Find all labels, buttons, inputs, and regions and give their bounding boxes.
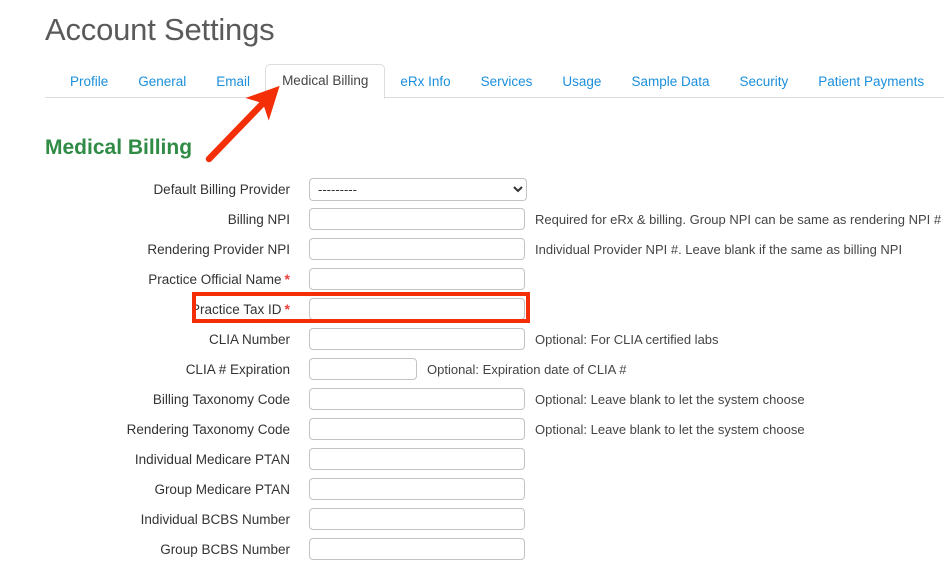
field-wrapper-rendering-taxonomy-code: Optional: Leave blank to let the system … — [309, 418, 805, 440]
section-heading-medical-billing: Medical Billing — [45, 136, 193, 159]
field-help-clia-number: Optional: For CLIA certified labs — [535, 331, 719, 347]
field-wrapper-clia-number: Optional: For CLIA certified labs — [309, 328, 719, 350]
input-practice-official-name[interactable] — [309, 268, 525, 290]
input-group-medicare-ptan[interactable] — [309, 478, 525, 500]
field-label-group-bcbs-number: Group BCBS Number — [0, 542, 290, 557]
form-row-clia-number: CLIA Number Optional: For CLIA certified … — [0, 328, 944, 350]
tab-sample-data[interactable]: Sample Data — [616, 65, 724, 99]
form-row-practice-official-name: Practice Official Name * — [0, 268, 944, 290]
field-label-rendering-provider-npi: Rendering Provider NPI — [0, 242, 290, 257]
page-title: Account Settings — [45, 12, 275, 47]
tab-services[interactable]: Services — [466, 65, 548, 99]
tab-security[interactable]: Security — [724, 65, 803, 99]
required-asterisk-icon: * — [284, 301, 290, 317]
input-practice-tax-id[interactable] — [309, 298, 525, 320]
input-individual-medicare-ptan[interactable] — [309, 448, 525, 470]
form-row-rendering-provider-npi: Rendering Provider NPI Individual Provide… — [0, 238, 944, 260]
form-row-group-bcbs-number: Group BCBS Number — [0, 538, 944, 560]
field-label-text: CLIA # Expiration — [185, 361, 290, 377]
form-row-individual-medicare-ptan: Individual Medicare PTAN — [0, 448, 944, 470]
form-row-rendering-taxonomy-code: Rendering Taxonomy Code Optional: Leave b… — [0, 418, 944, 440]
tab-medical-billing[interactable]: Medical Billing — [265, 64, 386, 99]
field-label-individual-bcbs-number: Individual BCBS Number — [0, 512, 290, 527]
field-label-group-medicare-ptan: Group Medicare PTAN — [0, 482, 290, 497]
field-label-billing-npi: Billing NPI — [0, 212, 290, 227]
field-label-billing-taxonomy-code: Billing Taxonomy Code — [0, 392, 290, 407]
tab-bar: Profile General Email Medical Billing eRx In… — [45, 62, 944, 99]
input-individual-bcbs-number[interactable] — [309, 508, 525, 530]
tab-general[interactable]: General — [123, 65, 201, 99]
tab-email[interactable]: Email — [201, 65, 265, 99]
field-help-clia-expiration: Optional: Expiration date of CLIA # — [427, 361, 627, 377]
input-rendering-provider-npi[interactable] — [309, 238, 525, 260]
input-billing-taxonomy-code[interactable] — [309, 388, 525, 410]
field-wrapper-practice-official-name — [309, 268, 525, 290]
input-billing-npi[interactable] — [309, 208, 525, 230]
field-label-practice-tax-id: Practice Tax ID * — [0, 301, 290, 317]
field-wrapper-practice-tax-id — [309, 298, 525, 320]
field-help-billing-npi: Required for eRx & billing. Group NPI ca… — [535, 211, 942, 227]
field-wrapper-individual-bcbs-number — [309, 508, 525, 530]
field-help-billing-taxonomy-code: Optional: Leave blank to let the system … — [535, 391, 805, 407]
field-label-individual-medicare-ptan: Individual Medicare PTAN — [0, 452, 290, 467]
field-label-text: Billing Taxonomy Code — [152, 391, 290, 407]
field-wrapper-rendering-provider-npi: Individual Provider NPI #. Leave blank i… — [309, 238, 902, 260]
form-row-practice-tax-id: Practice Tax ID * — [0, 298, 944, 320]
form-row-group-medicare-ptan: Group Medicare PTAN — [0, 478, 944, 500]
field-label-text: Billing NPI — [227, 211, 290, 227]
field-label-clia-expiration: CLIA # Expiration — [0, 362, 290, 377]
input-rendering-taxonomy-code[interactable] — [309, 418, 525, 440]
field-wrapper-clia-expiration: Optional: Expiration date of CLIA # — [309, 358, 626, 380]
required-asterisk-icon: * — [284, 271, 290, 287]
input-group-bcbs-number[interactable] — [309, 538, 525, 560]
field-label-text: CLIA Number — [208, 331, 290, 347]
tab-usage[interactable]: Usage — [547, 65, 616, 99]
form-row-billing-npi: Billing NPI Required for eRx & billing. G… — [0, 208, 944, 230]
field-label-text: Practice Tax ID — [191, 302, 282, 317]
tab-patient-payments[interactable]: Patient Payments — [803, 65, 939, 99]
field-wrapper-default-billing-provider: --------- — [309, 177, 527, 201]
input-clia-number[interactable] — [309, 328, 525, 350]
form-row-individual-bcbs-number: Individual BCBS Number — [0, 508, 944, 530]
input-clia-expiration[interactable] — [309, 358, 417, 380]
field-help-rendering-provider-npi: Individual Provider NPI #. Leave blank i… — [535, 241, 903, 257]
field-wrapper-individual-medicare-ptan — [309, 448, 525, 470]
field-label-default-billing-provider: Default Billing Provider — [0, 182, 290, 197]
field-wrapper-group-medicare-ptan — [309, 478, 525, 500]
field-label-text: Group BCBS Number — [160, 541, 290, 557]
form-row-clia-expiration: CLIA # Expiration Optional: Expiration da… — [0, 358, 944, 380]
form-row-default-billing-provider: Default Billing Provider --------- — [0, 177, 944, 201]
field-wrapper-billing-taxonomy-code: Optional: Leave blank to let the system … — [309, 388, 805, 410]
field-label-text: Group Medicare PTAN — [154, 481, 290, 497]
medical-billing-form: Default Billing Provider --------- Billing… — [0, 177, 944, 568]
form-row-billing-taxonomy-code: Billing Taxonomy Code Optional: Leave bla… — [0, 388, 944, 410]
field-label-text: Rendering Taxonomy Code — [126, 421, 290, 437]
field-wrapper-group-bcbs-number — [309, 538, 525, 560]
field-label-text: Default Billing Provider — [153, 181, 290, 197]
select-default-billing-provider[interactable]: --------- — [309, 177, 527, 201]
field-label-text: Practice Official Name — [148, 272, 282, 287]
field-wrapper-billing-npi: Required for eRx & billing. Group NPI ca… — [309, 208, 941, 230]
field-label-rendering-taxonomy-code: Rendering Taxonomy Code — [0, 422, 290, 437]
field-label-text: Rendering Provider NPI — [147, 241, 290, 257]
field-label-text: Individual Medicare PTAN — [134, 451, 290, 467]
field-label-text: Individual BCBS Number — [140, 511, 290, 527]
tab-profile[interactable]: Profile — [55, 65, 123, 99]
tab-list: Profile General Email Medical Billing eRx In… — [45, 62, 944, 99]
field-label-practice-official-name: Practice Official Name * — [0, 271, 290, 287]
field-label-clia-number: CLIA Number — [0, 332, 290, 347]
field-help-rendering-taxonomy-code: Optional: Leave blank to let the system … — [535, 421, 805, 437]
tab-erx-info[interactable]: eRx Info — [385, 65, 465, 99]
